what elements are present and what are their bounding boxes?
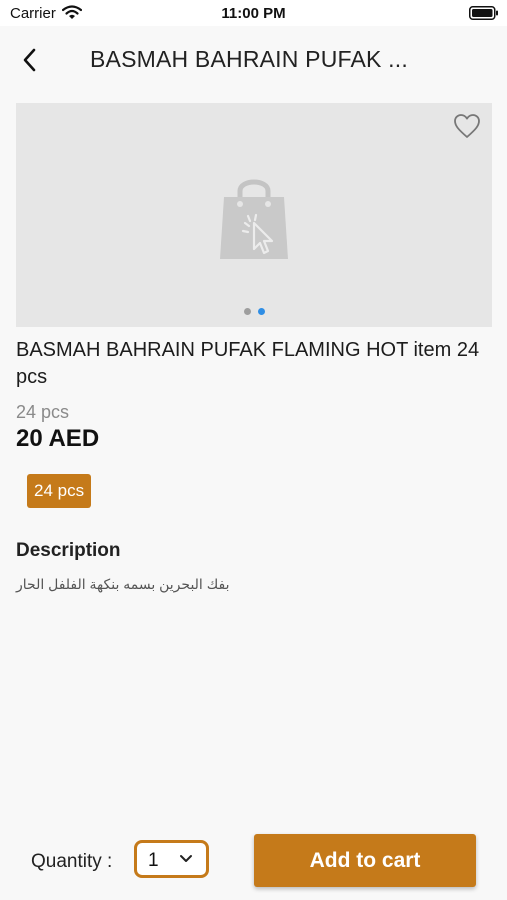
chevron-down-icon <box>180 855 192 862</box>
product-title: BASMAH BAHRAIN PUFAK FLAMING HOT item 24… <box>16 339 480 388</box>
carousel-dot[interactable] <box>244 308 251 315</box>
quantity-value: 1 <box>148 850 159 871</box>
chevron-left-icon <box>23 48 36 72</box>
status-time: 11:00 PM <box>221 5 286 22</box>
battery-icon <box>469 6 498 20</box>
page-title: BASMAH BAHRAIN PUFAK ... <box>90 46 408 72</box>
heart-outline-icon[interactable] <box>453 113 481 139</box>
description-heading: Description <box>16 540 121 561</box>
description-text: بفك البحرين بسمه بنكهة الفلفل الحار <box>16 576 230 592</box>
shopping-bag-cursor-icon <box>220 179 288 259</box>
pack-size-label: 24 pcs <box>16 402 70 422</box>
back-button[interactable] <box>14 45 44 75</box>
quantity-select[interactable]: 1 <box>134 840 209 878</box>
status-bar: Carrier 11:00 PM <box>0 0 507 26</box>
product-image-carousel[interactable] <box>16 103 492 327</box>
carousel-pagination <box>244 308 265 315</box>
quantity-label: Quantity : <box>31 851 113 872</box>
product-price: 20 AED <box>16 425 100 452</box>
variant-chip[interactable]: 24 pcs <box>27 474 92 508</box>
carousel-dot-active[interactable] <box>258 308 265 315</box>
add-to-cart-button[interactable]: Add to cart <box>254 834 476 887</box>
